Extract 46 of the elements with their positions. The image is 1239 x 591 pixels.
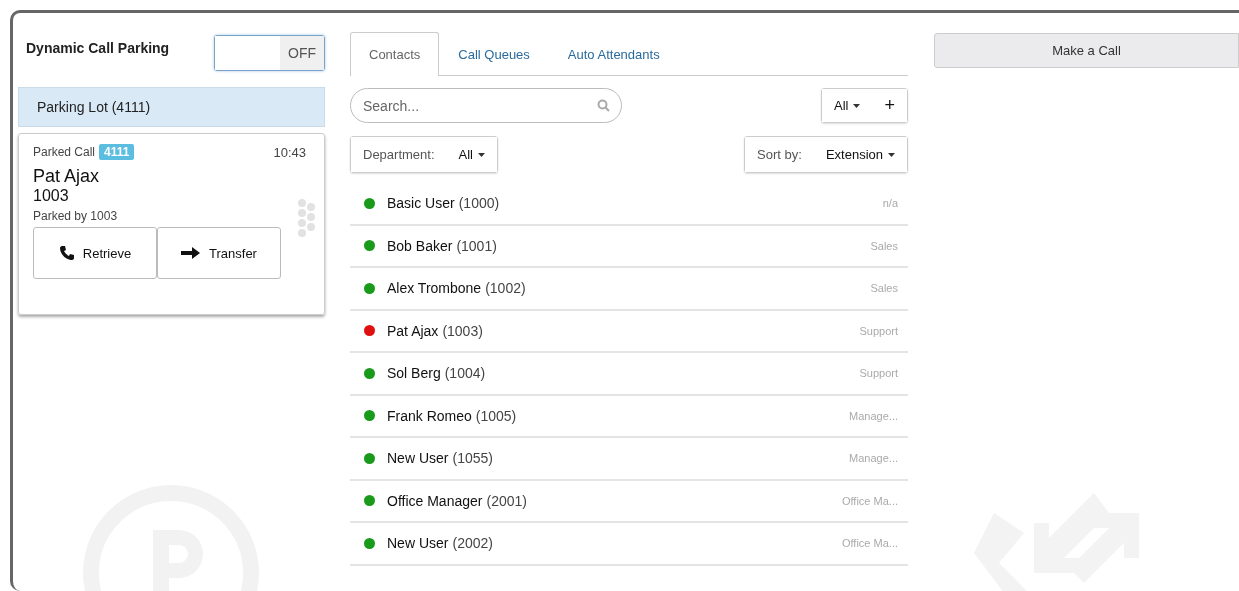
department-text: Support [859,324,898,337]
contact-name[interactable]: Pat Ajax (1003) [387,322,483,339]
tab[interactable]: Contacts [350,32,440,76]
contact-name[interactable]: Basic User (1000) [387,195,500,212]
department-dropdown[interactable]: All [446,137,497,172]
sort-dropdown[interactable]: Extension [813,137,907,172]
contact-name[interactable]: New User (1055) [387,450,493,467]
extension-badge: 4111 [99,144,135,160]
contact-name[interactable]: Alex Trombone (1002) [387,280,526,297]
make-call-button[interactable]: Make a Call [934,33,1239,68]
contact-name[interactable]: Office Manager (2001) [387,492,527,509]
toggle-switch[interactable]: OFF [214,35,325,71]
contact-name[interactable]: Bob Baker (1001) [387,237,497,254]
contact-name[interactable]: Frank Romeo (1005) [387,407,517,424]
department-text: Manage... [849,409,898,422]
search-field[interactable]: Search... [350,88,622,123]
setting-label: Dynamic Call Parking [26,40,170,56]
caret-icon [888,152,895,157]
department-text: n/a [882,197,898,210]
retrieve-button[interactable]: Retrieve [33,227,157,279]
filter-dropdown[interactable]: All [822,89,873,122]
phone-icon [58,245,75,261]
department-label: Department: [351,137,447,172]
tab[interactable]: Auto Attendants [548,32,679,76]
department-text: Sales [870,239,898,252]
caret-icon [478,152,485,157]
department-text: Office Ma... [841,494,898,507]
department-text: Sales [870,282,898,295]
search-icon [597,99,610,112]
card-label: Parked Call [33,145,96,159]
department-text: Manage... [849,452,898,465]
add-button[interactable]: + [872,89,907,122]
tab[interactable]: Call Queues [439,32,549,76]
caller-number: 1003 [33,187,70,205]
contact-name[interactable]: New User (2002) [387,535,493,552]
transfer-button[interactable]: Transfer [157,227,281,279]
sort-label: Sort by: [745,137,814,172]
contact-name[interactable]: Sol Berg (1004) [387,365,486,382]
department-text: Office Ma... [841,537,898,550]
department-text: Support [859,367,898,380]
arrow-icon [181,247,202,259]
parking-lot-header[interactable]: Parking Lot (4111) [18,87,325,127]
parked-by-text: Parked by 1003 [33,209,119,223]
call-time: 10:43 [273,144,306,160]
caller-name: Pat Ajax [33,166,101,187]
caret-icon [853,103,861,108]
